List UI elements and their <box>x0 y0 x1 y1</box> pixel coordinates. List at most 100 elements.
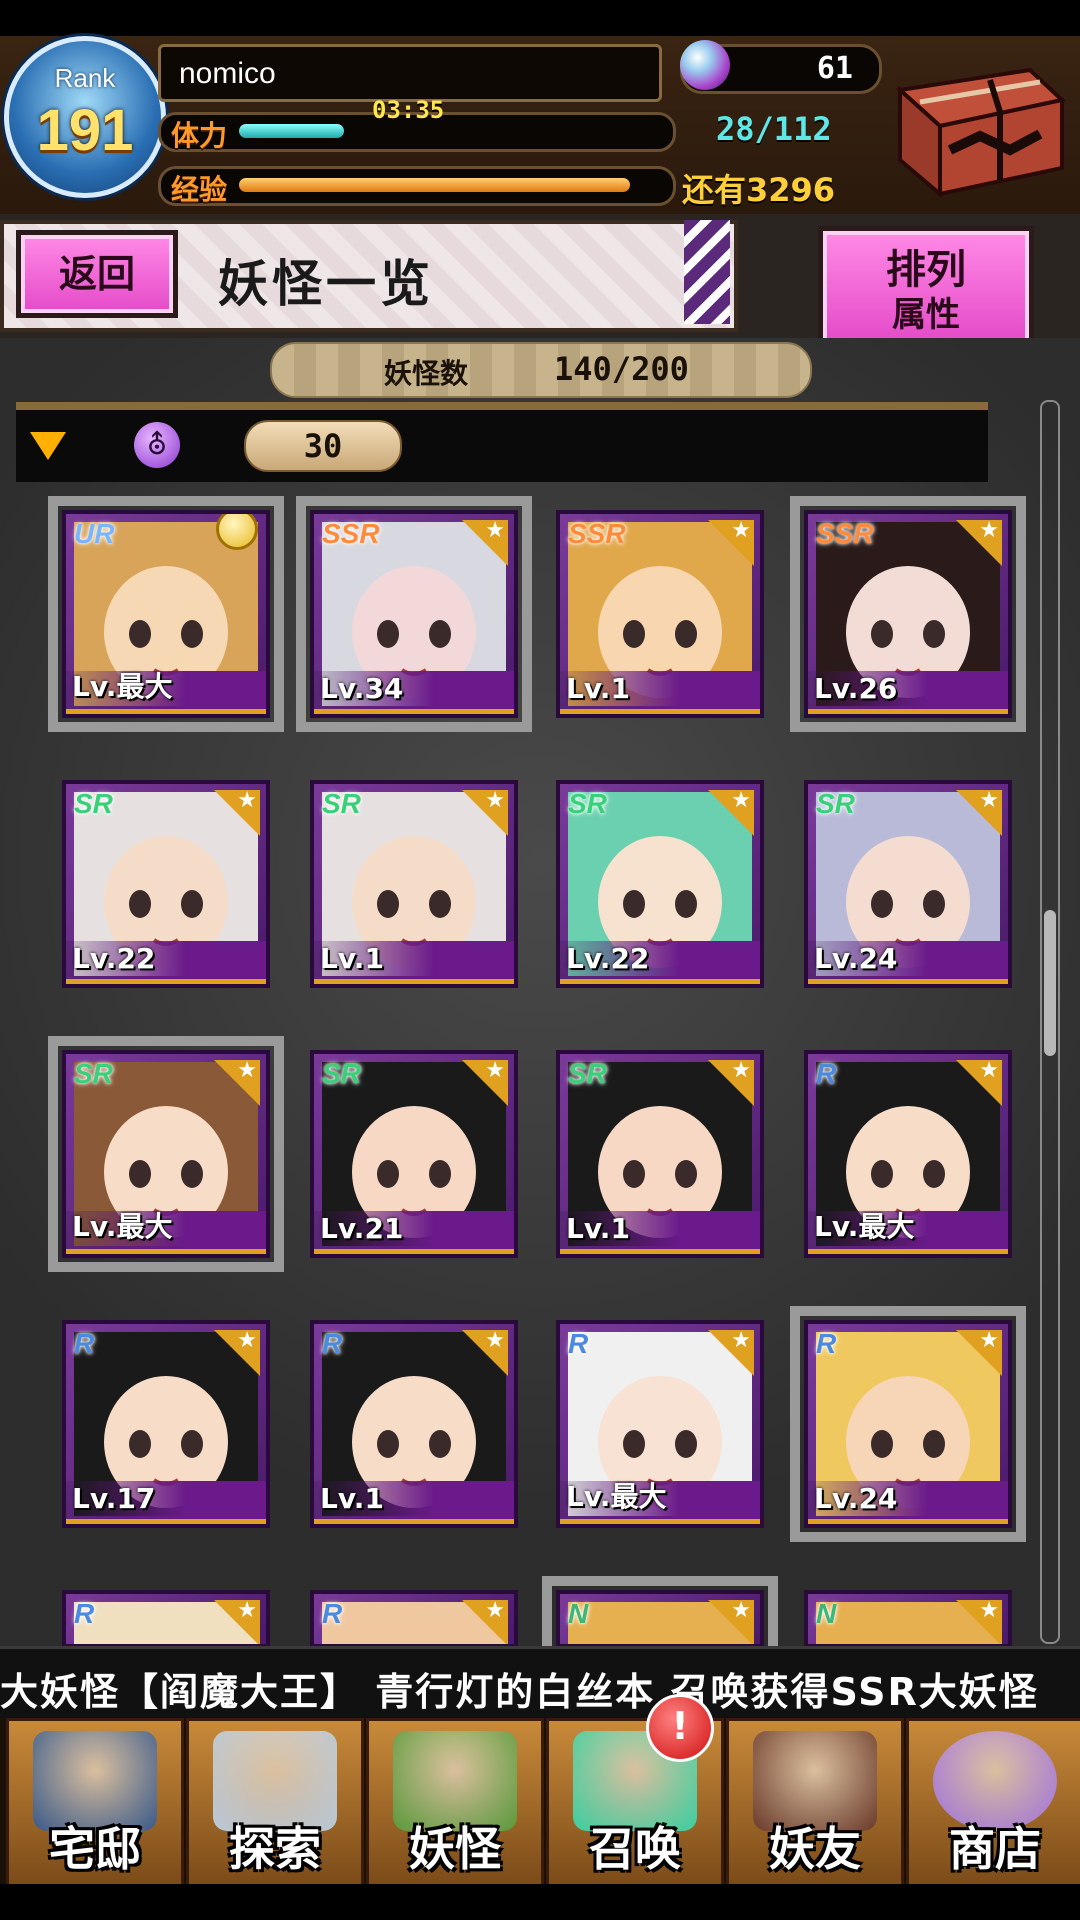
rarity-label: R <box>74 1328 95 1359</box>
nav-label: 召唤 <box>589 1822 681 1876</box>
level-bar: Lv.21 <box>314 1211 514 1254</box>
star-icon: ★ <box>979 788 999 813</box>
rarity-label: SSR <box>816 518 874 549</box>
system-bottom-bar <box>0 1884 1080 1920</box>
rank-value: 191 <box>36 98 134 163</box>
rarity-label: SSR <box>568 518 626 549</box>
level-label: Lv.21 <box>320 1212 404 1245</box>
level-bar: Lv.1 <box>314 941 514 984</box>
level-bar: Lv.24 <box>808 1481 1008 1524</box>
star-icon: ★ <box>979 1328 999 1353</box>
yokai-card[interactable]: R ★ Lv.24 <box>790 1306 1026 1542</box>
yokai-card[interactable]: R ★ <box>62 1590 270 1648</box>
yokai-card[interactable]: R ★ Lv.最大 <box>556 1320 764 1528</box>
summon-notification-badge: ! <box>646 1694 714 1762</box>
yokai-card[interactable]: SSR ★ Lv.26 <box>790 496 1026 732</box>
yokai-card[interactable]: SSR ★ Lv.34 <box>296 496 532 732</box>
back-button[interactable]: 返回 <box>16 230 178 318</box>
level-label: Lv.1 <box>320 942 384 975</box>
level-bar: Lv.1 <box>560 671 760 714</box>
yokai-count-value: 140/200 <box>554 350 689 388</box>
yokai-count-pill: 妖怪数 140/200 <box>270 342 812 398</box>
yokai-card[interactable]: R ★ Lv.1 <box>310 1320 518 1528</box>
exp-bar: 经验 <box>158 166 676 206</box>
yokai-card[interactable]: SR ★ Lv.1 <box>556 1050 764 1258</box>
rarity-label: SR <box>568 788 607 819</box>
level-bar: Lv.17 <box>66 1481 266 1524</box>
medal-icon <box>216 514 258 550</box>
nav-item[interactable]: 商店 <box>906 1718 1080 1890</box>
yokai-card[interactable]: R ★ Lv.最大 <box>804 1050 1012 1258</box>
star-icon: ★ <box>237 1598 257 1623</box>
level-bar: Lv.1 <box>314 1481 514 1524</box>
yokai-card[interactable]: SR ★ Lv.1 <box>310 780 518 988</box>
level-label: Lv.34 <box>320 672 404 705</box>
nav-item[interactable]: 宅邸 <box>6 1718 184 1890</box>
nav-label: 宅邸 <box>49 1822 141 1876</box>
rank-badge[interactable]: Rank 191 <box>4 36 166 198</box>
yokai-card[interactable]: SSR ★ Lv.1 <box>556 510 764 718</box>
rarity-label: N <box>568 1598 589 1629</box>
yokai-card[interactable]: R ★ Lv.17 <box>62 1320 270 1528</box>
player-name: nomico <box>179 57 276 90</box>
star-icon: ★ <box>485 518 505 543</box>
star-icon: ★ <box>731 518 751 543</box>
stamina-count: 28/112 <box>716 110 832 148</box>
yokai-card[interactable]: SR ★ Lv.22 <box>556 780 764 988</box>
level-bar: Lv.最大 <box>66 670 266 714</box>
yokai-card[interactable]: N ★ <box>804 1590 1012 1648</box>
star-icon: ★ <box>731 1598 751 1623</box>
rarity-label: SR <box>816 788 855 819</box>
rank-label: Rank <box>54 63 116 93</box>
level-label: Lv.1 <box>320 1482 384 1515</box>
level-label: Lv.22 <box>566 942 650 975</box>
rarity-label: R <box>816 1058 837 1089</box>
nav-item[interactable]: 妖友 <box>726 1718 904 1890</box>
star-icon: ★ <box>731 1328 751 1353</box>
dropdown-triangle-icon[interactable] <box>30 432 66 460</box>
rarity-label: R <box>568 1328 589 1359</box>
yokai-card[interactable]: SR ★ Lv.最大 <box>48 1036 284 1272</box>
nav-label: 商店 <box>949 1822 1041 1876</box>
star-icon: ★ <box>979 518 999 543</box>
treasure-chest-icon[interactable] <box>880 50 1070 200</box>
crystal-orb-icon <box>680 40 730 90</box>
scrollbar-thumb[interactable] <box>1044 910 1056 1056</box>
rarity-label: R <box>74 1598 95 1629</box>
nav-label: 探索 <box>229 1822 321 1876</box>
rarity-label: R <box>322 1328 343 1359</box>
level-bar: Lv.22 <box>560 941 760 984</box>
level-bar: Lv.22 <box>66 941 266 984</box>
level-label: Lv.1 <box>566 1212 630 1245</box>
exp-fill <box>239 178 630 192</box>
sort-button[interactable]: 排列 属性 <box>818 226 1034 348</box>
level-label: Lv.24 <box>814 942 898 975</box>
yokai-card[interactable]: N ★ <box>542 1576 778 1662</box>
rarity-label: SR <box>74 788 113 819</box>
nav-item[interactable]: 探索 <box>186 1718 364 1890</box>
star-icon: ★ <box>485 1598 505 1623</box>
yokai-card[interactable]: SR ★ Lv.24 <box>804 780 1012 988</box>
level-label: Lv.26 <box>814 672 898 705</box>
rarity-label: R <box>322 1598 343 1629</box>
rarity-label: N <box>816 1598 837 1629</box>
level-label: Lv.最大 <box>814 1210 915 1243</box>
yokai-card[interactable]: SR ★ Lv.22 <box>62 780 270 988</box>
exp-remaining: 还有3296 <box>682 171 836 209</box>
star-icon: ★ <box>237 1058 257 1083</box>
rarity-label: SR <box>74 1058 113 1089</box>
status-bar <box>0 0 1080 36</box>
stamina-label: 体力 <box>171 119 228 152</box>
star-icon: ★ <box>237 788 257 813</box>
title-stripe <box>684 220 730 324</box>
yokai-card[interactable]: R ★ <box>310 1590 518 1648</box>
filter-value[interactable]: 30 <box>244 420 402 472</box>
star-icon: ★ <box>485 1058 505 1083</box>
yokai-card[interactable]: UR Lv.最大 <box>48 496 284 732</box>
level-label: Lv.1 <box>566 672 630 705</box>
nav-item[interactable]: 妖怪 <box>366 1718 544 1890</box>
rarity-label: R <box>816 1328 837 1359</box>
level-label: Lv.24 <box>814 1482 898 1515</box>
yokai-card[interactable]: SR ★ Lv.21 <box>310 1050 518 1258</box>
element-filter-icon[interactable]: ⛢ <box>134 422 180 468</box>
